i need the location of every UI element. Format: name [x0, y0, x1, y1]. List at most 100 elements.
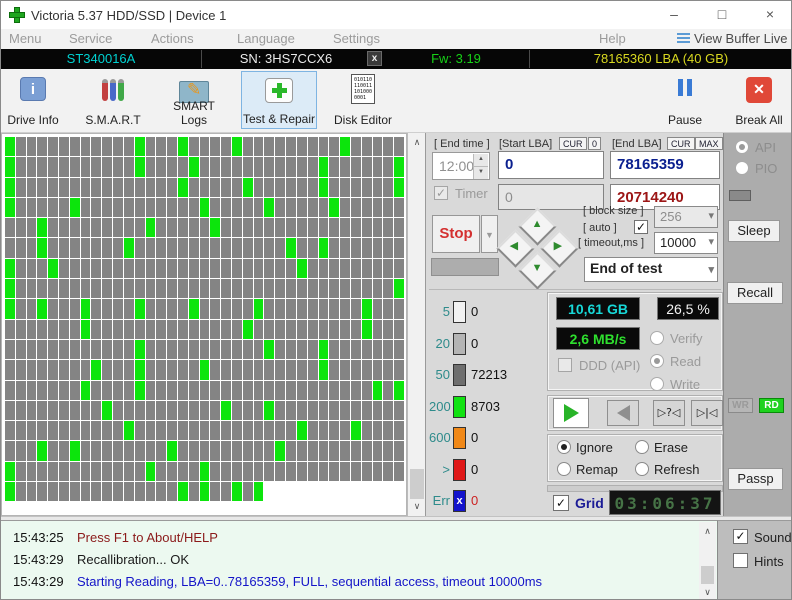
scrollbar-thumb[interactable] [701, 566, 714, 584]
map-scrollbar[interactable]: ∧ ∨ [407, 133, 425, 516]
end-time-spinner[interactable]: 12:00 ▲ ▼ [432, 152, 490, 180]
block-cell [145, 157, 156, 177]
play-button[interactable] [553, 398, 589, 428]
hints-checkbox[interactable] [733, 553, 748, 568]
block-cell [134, 339, 145, 360]
arrow-down-icon: ▼ [531, 261, 543, 274]
stop-button[interactable]: Stop [432, 215, 480, 253]
smart-logs-button[interactable]: ✎ SMART Logs [159, 71, 229, 129]
menu-item-language[interactable]: Language [237, 31, 295, 46]
block-cell [69, 380, 80, 400]
menu-item-view-buffer-live[interactable]: View Buffer Live [677, 31, 787, 46]
end-time-value: 12:00 [439, 158, 475, 174]
log-scrollbar[interactable]: ∧ ∨ [699, 522, 716, 599]
spinner-arrows[interactable]: ▲ ▼ [473, 154, 488, 179]
block-cell [123, 157, 134, 177]
sleep-button[interactable]: Sleep [728, 220, 780, 242]
serial-close-badge[interactable]: x [367, 51, 382, 66]
scroll-down-icon[interactable]: ∨ [409, 499, 425, 514]
api-radio[interactable] [735, 140, 749, 154]
minimize-button[interactable]: – [657, 1, 691, 29]
block-cell [123, 258, 134, 279]
write-radio[interactable] [650, 377, 664, 391]
block-cell [102, 400, 113, 421]
refresh-radio[interactable] [635, 462, 649, 476]
menu-item-service[interactable]: Service [69, 31, 112, 46]
block-cell [329, 299, 340, 319]
block-cell [199, 319, 210, 339]
back-button[interactable] [607, 400, 639, 426]
verify-radio[interactable] [650, 331, 664, 345]
sound-checkbox[interactable] [733, 529, 748, 544]
read-radio[interactable] [650, 354, 664, 368]
block-size-combo[interactable]: 256 ▾ [654, 206, 718, 228]
scrollbar-thumb[interactable] [410, 469, 424, 499]
smart-button[interactable]: S.M.A.R.T [81, 71, 145, 129]
block-cell [361, 380, 372, 400]
block-cell [48, 319, 59, 339]
end-cur-button[interactable]: CUR [667, 137, 695, 150]
block-size-label: [ block size ] [583, 205, 644, 217]
block-cell [188, 360, 199, 380]
block-cell [372, 157, 383, 177]
block-cell [221, 218, 232, 238]
block-cell [361, 218, 372, 238]
grid-checkbox[interactable] [553, 495, 569, 511]
start-cur-button[interactable]: CUR [559, 137, 587, 150]
block-cell [329, 441, 340, 461]
block-cell [361, 339, 372, 360]
start-lba-input[interactable]: 0 [498, 151, 604, 179]
block-cell [210, 299, 221, 319]
scroll-down-icon[interactable]: ∨ [700, 585, 715, 599]
spin-up-icon: ▲ [473, 154, 488, 166]
timeout-combo[interactable]: 10000 ▾ [654, 232, 718, 254]
block-cell [394, 258, 404, 279]
passp-button[interactable]: Passp [728, 468, 783, 490]
pause-button[interactable]: Pause [659, 71, 711, 129]
scroll-up-icon[interactable]: ∧ [409, 135, 425, 150]
seek-end-button[interactable]: ▷|◁ [691, 400, 723, 426]
block-cell [123, 177, 134, 197]
close-button[interactable]: × [753, 1, 787, 29]
block-cell [307, 299, 318, 319]
block-cell [264, 279, 275, 299]
timer-checkbox[interactable] [434, 186, 448, 200]
menu-item-actions[interactable]: Actions [151, 31, 194, 46]
scroll-up-icon[interactable]: ∧ [700, 524, 715, 538]
block-cell [307, 157, 318, 177]
ddd-api-checkbox[interactable] [558, 358, 572, 372]
block-cell [123, 441, 134, 461]
stop-dropdown-icon[interactable]: ▼ [481, 215, 498, 253]
block-cell [177, 461, 188, 482]
disk-editor-button[interactable]: 010110 110011 101000 0001 Disk Editor [327, 71, 399, 129]
block-cell [372, 279, 383, 299]
seek-question-button[interactable]: ▷?◁ [653, 400, 685, 426]
drive-info-button[interactable]: i Drive Info [3, 71, 63, 129]
erase-radio[interactable] [635, 440, 649, 454]
auto-checkbox[interactable] [634, 220, 648, 234]
pio-radio[interactable] [735, 161, 749, 175]
start-zero-button[interactable]: 0 [588, 137, 602, 150]
test-repair-button[interactable]: Test & Repair [241, 71, 317, 129]
block-cell [15, 400, 26, 421]
end-lba-input[interactable]: 78165359 [610, 151, 720, 179]
menu-item-settings[interactable]: Settings [333, 31, 380, 46]
block-cell [361, 157, 372, 177]
maximize-button[interactable]: □ [705, 1, 739, 29]
stat-color-box [453, 427, 466, 449]
block-cell [199, 218, 210, 238]
block-cell [15, 421, 26, 441]
block-cell [340, 238, 350, 258]
end-action-combo[interactable]: End of test ▾ [584, 257, 718, 282]
end-max-button[interactable]: MAX [695, 137, 723, 150]
menu-item-menu[interactable]: Menu [9, 31, 42, 46]
recall-button[interactable]: Recall [727, 282, 783, 304]
menu-item-help[interactable]: Help [599, 31, 626, 46]
binary-document-icon: 010110 110011 101000 0001 [351, 74, 375, 104]
log-side-panel: Sound Hints [717, 520, 791, 599]
block-cell [80, 400, 91, 421]
remap-radio[interactable] [557, 462, 571, 476]
ignore-radio[interactable] [557, 440, 571, 454]
stat-color-box [453, 458, 466, 481]
break-all-button[interactable]: ✕ Break All [729, 71, 789, 129]
